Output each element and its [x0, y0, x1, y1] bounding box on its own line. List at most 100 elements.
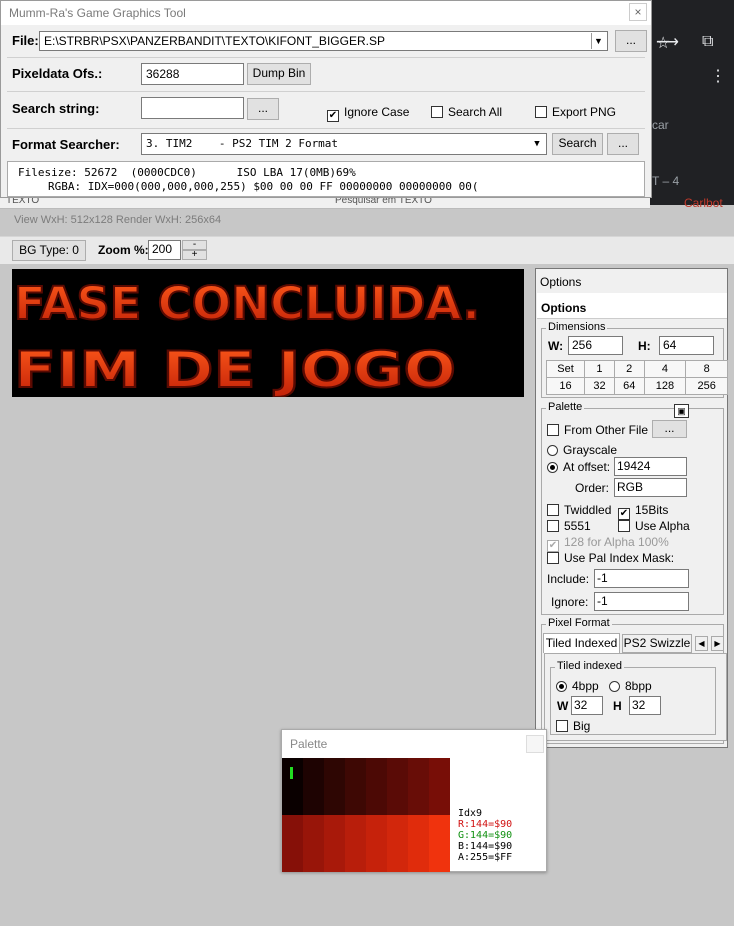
- format-more-button[interactable]: ...: [607, 133, 639, 155]
- tile-h-label: H: [613, 699, 622, 713]
- tab-scroll-left-icon[interactable]: ◀: [695, 636, 708, 651]
- preset-2[interactable]: 2: [613, 360, 645, 378]
- pal-index-mask-checkbox[interactable]: Use Pal Index Mask:: [547, 551, 674, 565]
- palette-swatch[interactable]: [303, 815, 324, 872]
- palette-browse-button[interactable]: ...: [652, 420, 687, 438]
- rgba-value: IDX=000(000,000,000,255) $00 00 00 FF 00…: [87, 180, 479, 193]
- export-png-label: Export PNG: [552, 105, 617, 119]
- set-button[interactable]: Set: [545, 360, 586, 378]
- at-offset-radio[interactable]: At offset:: [547, 460, 610, 474]
- zoom-down-button[interactable]: +: [182, 250, 207, 260]
- preset-8[interactable]: 8: [685, 360, 728, 378]
- twiddled-checkbox[interactable]: Twiddled: [547, 503, 611, 517]
- file-path-text: E:\STRBR\PSX\PANZERBANDIT\TEXTO\KIFONT_B…: [44, 34, 385, 48]
- empty-box-icon: [431, 106, 443, 118]
- tile-w-input[interactable]: 32: [571, 696, 603, 715]
- palette-swatch-grid[interactable]: [282, 758, 450, 872]
- dim-h-input[interactable]: 64: [659, 336, 714, 355]
- preset-4[interactable]: 4: [643, 360, 687, 378]
- format-search-button[interactable]: Search: [552, 133, 603, 155]
- tab-tiled-indexed[interactable]: Tiled Indexed: [543, 633, 620, 653]
- palette-swatch[interactable]: [282, 815, 303, 872]
- filesize-value: 52672: [84, 166, 118, 179]
- palette-swatch[interactable]: [324, 815, 345, 872]
- palette-close-button[interactable]: [526, 735, 544, 753]
- preset-32[interactable]: 32: [584, 377, 615, 395]
- from-other-file-checkbox[interactable]: From Other File: [547, 423, 648, 437]
- dump-bin-button[interactable]: Dump Bin: [247, 63, 311, 85]
- palette-swatch[interactable]: [345, 758, 366, 815]
- include-input[interactable]: -1: [594, 569, 689, 588]
- palette-swatch[interactable]: [408, 815, 429, 872]
- browser-text-3: Carlbot: [684, 196, 723, 210]
- filesize-hex: (0000CDC0): [130, 166, 197, 179]
- close-button[interactable]: ×: [629, 3, 647, 21]
- tiled-indexed-page: Tiled indexed 4bpp 8bpp W 32 H 32 Big: [544, 653, 727, 741]
- dim-w-input[interactable]: 256: [568, 336, 623, 355]
- alpha128-checkbox[interactable]: ✔ 128 for Alpha 100%: [547, 535, 669, 552]
- palette-swatch[interactable]: [387, 815, 408, 872]
- preset-256[interactable]: 256: [685, 377, 728, 395]
- use-alpha-checkbox[interactable]: Use Alpha: [618, 519, 690, 533]
- pixel-format-group: Pixel Format Tiled Indexed PS2 Swizzle ◀…: [541, 617, 727, 744]
- save-icon[interactable]: ▣: [674, 404, 689, 418]
- format-select[interactable]: 3. TIM2 - PS2 TIM 2 Format ▼: [141, 133, 547, 155]
- options-panel: Options Options Dimensions W: 256 H: 64 …: [535, 268, 728, 748]
- file-path-combo[interactable]: E:\STRBR\PSX\PANZERBANDIT\TEXTO\KIFONT_B…: [39, 31, 608, 51]
- 4bpp-radio[interactable]: 4bpp: [556, 679, 599, 693]
- preset-16[interactable]: 16: [545, 377, 586, 395]
- 15bits-checkbox[interactable]: ✔ 15Bits: [618, 503, 668, 520]
- search-browse-button[interactable]: ...: [247, 98, 279, 120]
- ignore-case-checkbox[interactable]: ✔ Ignore Case: [327, 105, 409, 122]
- zoom-input[interactable]: 200: [148, 240, 181, 260]
- grayscale-radio[interactable]: Grayscale: [547, 443, 617, 457]
- 5551-checkbox[interactable]: 5551: [547, 519, 591, 533]
- palette-swatch[interactable]: [345, 815, 366, 872]
- empty-box-icon: [535, 106, 547, 118]
- dimensions-title: Dimensions: [546, 321, 608, 333]
- tab-ps2-swizzle[interactable]: PS2 Swizzle: [622, 634, 692, 653]
- rendered-graphic: FASE CONCLUIDA. FIM DE JOGO: [13, 276, 481, 400]
- palette-swatch[interactable]: [387, 758, 408, 815]
- search-all-checkbox[interactable]: Search All: [431, 105, 502, 119]
- pixeldata-input[interactable]: 36288: [141, 63, 244, 85]
- preset-64[interactable]: 64: [613, 377, 645, 395]
- radio-icon: [609, 681, 620, 692]
- palette-group: Palette ▣ From Other File ... Grayscale …: [541, 401, 724, 615]
- ignore-input[interactable]: -1: [594, 592, 689, 611]
- empty-box-icon: [547, 552, 559, 564]
- palette-swatch[interactable]: [366, 758, 387, 815]
- bg-type-button[interactable]: BG Type: 0: [12, 240, 86, 261]
- tile-h-input[interactable]: 32: [629, 696, 661, 715]
- palette-swatch[interactable]: [366, 815, 387, 872]
- offset-input[interactable]: 19424: [614, 457, 687, 476]
- menu-icon[interactable]: ⋮: [710, 66, 726, 86]
- search-input[interactable]: [141, 97, 244, 119]
- file-browse-button[interactable]: ...: [615, 30, 647, 52]
- star-icon[interactable]: ☆: [656, 33, 670, 53]
- palette-swatch[interactable]: [324, 758, 345, 815]
- extension-icon[interactable]: ⧉: [702, 33, 713, 51]
- palette-r: R:144=$90: [458, 819, 513, 830]
- include-label: Include:: [547, 572, 590, 586]
- chevron-down-icon[interactable]: ▼: [591, 33, 605, 49]
- chevron-down-icon[interactable]: ▼: [530, 135, 544, 153]
- 8bpp-radio[interactable]: 8bpp: [609, 679, 652, 693]
- preset-128[interactable]: 128: [643, 377, 687, 395]
- palette-swatch[interactable]: [429, 758, 450, 815]
- palette-swatch[interactable]: [408, 758, 429, 815]
- palette-swatch[interactable]: [429, 815, 450, 872]
- order-input[interactable]: RGB: [614, 478, 687, 497]
- export-png-checkbox[interactable]: Export PNG: [535, 105, 616, 119]
- tile-w-label: W: [557, 699, 569, 713]
- radio-selected-icon: [547, 462, 558, 473]
- palette-swatch[interactable]: [303, 758, 324, 815]
- tab-scroll-right-icon[interactable]: ▶: [711, 636, 724, 651]
- preset-1[interactable]: 1: [584, 360, 615, 378]
- render-canvas[interactable]: FASE CONCLUIDA. FIM DE JOGO: [12, 269, 524, 400]
- palette-info: Idx9 R:144=$90 G:144=$90 B:144=$90 A:255…: [458, 808, 512, 863]
- big-checkbox[interactable]: Big: [556, 719, 590, 733]
- info-line-2: RGBA: IDX=000(000,000,000,255) $00 00 00…: [48, 180, 638, 193]
- big-label: Big: [573, 719, 591, 733]
- palette-a: A:255=$FF: [458, 852, 513, 863]
